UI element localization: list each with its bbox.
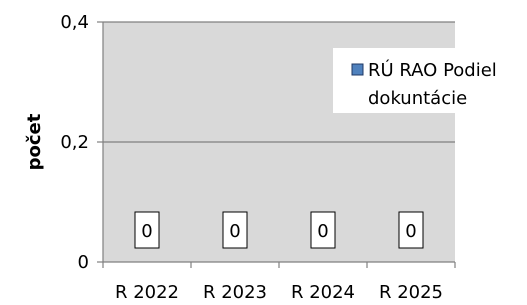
- y-axis-title: počet: [24, 113, 45, 170]
- data-label-value: 0: [405, 221, 416, 242]
- data-label: 0: [222, 211, 248, 249]
- y-tick-labels: 0 0,2 0,4: [60, 12, 89, 273]
- y-ticks: [97, 21, 103, 263]
- data-label: 0: [398, 211, 424, 249]
- x-tick-label: R 2025: [379, 282, 443, 303]
- x-tick-label: R 2023: [203, 282, 267, 303]
- x-tick-label: R 2024: [291, 282, 355, 303]
- y-tick-label: 0: [78, 252, 89, 273]
- data-label-value: 0: [141, 221, 152, 242]
- x-ticks: [102, 262, 456, 268]
- y-tick-label: 0,2: [60, 132, 89, 153]
- data-label: 0: [134, 211, 160, 249]
- legend-label-line-2: dokuntácie: [368, 88, 467, 109]
- data-label-value: 0: [317, 221, 328, 242]
- x-tick-labels: R 2022 R 2023 R 2024 R 2025: [115, 282, 443, 303]
- y-tick-label: 0,4: [60, 12, 89, 33]
- x-tick-label: R 2022: [115, 282, 179, 303]
- data-label: 0: [310, 211, 336, 249]
- legend: RÚ RAO Podiel dokuntácie: [333, 48, 519, 113]
- chart: 0 0,2 0,4 R 2022 R 2023 R 2024 R 2025 počet 0…: [24, 12, 519, 303]
- data-label-value: 0: [229, 221, 240, 242]
- legend-marker: [351, 63, 364, 76]
- legend-label-line-1: RÚ RAO Podiel: [368, 59, 497, 81]
